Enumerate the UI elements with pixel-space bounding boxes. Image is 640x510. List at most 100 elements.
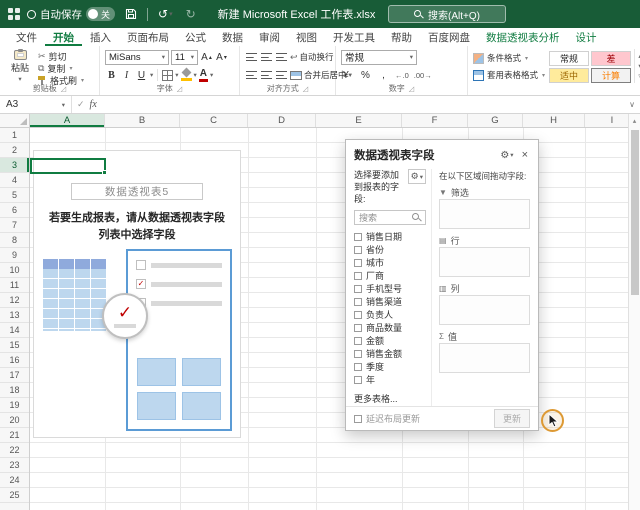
vertical-scrollbar[interactable]: ▴ [628, 114, 640, 510]
row-header[interactable]: 17 [0, 368, 29, 383]
column-header[interactable]: E [316, 114, 402, 127]
cell-style-bad[interactable]: 差 [591, 51, 632, 66]
borders-button[interactable] [162, 69, 174, 81]
field-checkbox-item[interactable]: 负责人 [354, 308, 426, 321]
field-checkbox-item[interactable]: 销售金额 [354, 347, 426, 360]
field-checkbox-item[interactable]: 季度 [354, 360, 426, 373]
paste-button[interactable]: 粘贴 ▾ [5, 49, 35, 83]
top-align-button[interactable] [246, 52, 257, 62]
column-header[interactable]: B [105, 114, 180, 127]
accounting-format-button[interactable]: ¥ ▾ [341, 68, 354, 83]
row-header[interactable]: 14 [0, 323, 29, 338]
row-header[interactable]: 7 [0, 218, 29, 233]
dialog-launcher-icon[interactable]: ◿ [409, 85, 414, 93]
field-checkbox-item[interactable]: 年 [354, 373, 426, 386]
cut-button[interactable]: ✂ 剪切 [38, 51, 84, 63]
dialog-launcher-icon[interactable]: ◿ [303, 85, 308, 93]
column-header[interactable]: F [402, 114, 468, 127]
enter-check-icon[interactable]: ✓ [77, 99, 85, 110]
tab-developer[interactable]: 开发工具 [325, 28, 383, 46]
tab-insert[interactable]: 插入 [82, 28, 119, 46]
more-tables-link[interactable]: 更多表格... [354, 392, 426, 405]
row-header[interactable]: 5 [0, 188, 29, 203]
conditional-formatting-button[interactable]: 条件格式 ▾ [473, 51, 545, 65]
row-header[interactable]: 20 [0, 413, 29, 428]
increase-font-size-button[interactable]: A ▴ [200, 50, 213, 65]
scroll-up-icon[interactable]: ▴ [633, 114, 637, 128]
chevron-down-icon[interactable]: ▾ [210, 71, 213, 79]
wrap-text-button[interactable]: ↩ 自动换行 [290, 51, 334, 63]
field-checkbox-item[interactable]: 销售渠道 [354, 295, 426, 308]
close-icon[interactable]: × [520, 149, 530, 161]
area-dropzone[interactable] [439, 247, 530, 277]
tab-view[interactable]: 视图 [288, 28, 325, 46]
area-dropzone[interactable] [439, 295, 530, 325]
tab-home[interactable]: 开始 [45, 28, 82, 46]
bold-button[interactable]: B [105, 68, 118, 83]
area-dropzone[interactable] [439, 199, 530, 229]
row-header[interactable]: 13 [0, 308, 29, 323]
formula-input[interactable] [103, 96, 624, 113]
expand-formula-bar-icon[interactable]: ∨ [624, 100, 640, 109]
font-name-select[interactable]: MiSans ▾ [105, 49, 169, 65]
excel-app-icon[interactable] [8, 8, 20, 20]
field-checkbox-item[interactable]: 城市 [354, 256, 426, 269]
column-header[interactable]: H [523, 114, 585, 127]
search-box[interactable]: 搜索(Alt+Q) [388, 5, 506, 23]
row-header[interactable]: 21 [0, 428, 29, 443]
tab-baidu-netdisk[interactable]: 百度网盘 [420, 28, 478, 46]
row-header[interactable]: 2 [0, 143, 29, 158]
row-header[interactable]: 6 [0, 203, 29, 218]
chevron-down-icon[interactable]: ▾ [175, 71, 178, 79]
format-as-table-button[interactable]: 套用表格格式 ▾ [473, 68, 545, 82]
number-format-select[interactable]: 常规 ▾ [341, 49, 417, 65]
autosave-toggle[interactable]: 自动保存 关 [27, 7, 116, 22]
field-checkbox-item[interactable]: 手机型号 [354, 282, 426, 295]
row-header[interactable]: 11 [0, 278, 29, 293]
tab-data[interactable]: 数据 [214, 28, 251, 46]
tab-page-layout[interactable]: 页面布局 [119, 28, 177, 46]
fill-handle[interactable] [102, 170, 107, 175]
row-header[interactable]: 3 [0, 158, 29, 173]
row-header[interactable]: 19 [0, 398, 29, 413]
row-header[interactable]: 4 [0, 173, 29, 188]
row-header[interactable]: 18 [0, 383, 29, 398]
column-header[interactable]: A [30, 114, 105, 127]
field-checkbox-item[interactable]: 省份 [354, 243, 426, 256]
row-header[interactable]: 25 [0, 488, 29, 503]
align-left-button[interactable] [246, 70, 257, 80]
column-header[interactable]: G [468, 114, 523, 127]
decrease-decimal-button[interactable]: .00→ [414, 68, 432, 83]
select-all-button[interactable] [0, 114, 30, 127]
bottom-align-button[interactable] [276, 52, 287, 62]
font-color-button[interactable]: A [198, 68, 209, 82]
tab-pivottable-analyze[interactable]: 数据透视表分析 [478, 28, 568, 46]
row-header[interactable]: 8 [0, 233, 29, 248]
tools-button[interactable]: ⚙ ▾ [407, 169, 426, 184]
percent-style-button[interactable]: % [359, 68, 372, 83]
undo-button[interactable]: ↺ ▾ [155, 3, 176, 25]
decrease-font-size-button[interactable]: A ▾ [215, 50, 228, 65]
area-dropzone[interactable] [439, 343, 530, 373]
align-right-button[interactable] [276, 70, 287, 80]
dialog-launcher-icon[interactable]: ◿ [61, 85, 66, 93]
row-header[interactable]: 23 [0, 458, 29, 473]
save-button[interactable] [122, 3, 140, 25]
middle-align-button[interactable] [261, 52, 272, 62]
pivot-placeholder[interactable]: 数据透视表5 若要生成报表，请从数据透视表字段列表中选择字段 ✓ ✓ [33, 150, 241, 438]
selected-cell[interactable] [30, 158, 107, 175]
italic-button[interactable]: I [120, 68, 133, 83]
align-center-button[interactable] [261, 70, 272, 80]
comma-style-button[interactable]: , [377, 68, 390, 83]
autosave-switch[interactable]: 关 [86, 7, 116, 21]
increase-decimal-button[interactable]: ←.0 [395, 68, 409, 83]
field-checkbox-item[interactable]: 销售日期 [354, 230, 426, 243]
dialog-launcher-icon[interactable]: ◿ [177, 85, 182, 93]
copy-button[interactable]: ⧉ 复制 ▾ [38, 63, 84, 75]
panel-options-button[interactable]: ⚙ ▾ [500, 150, 513, 161]
tab-help[interactable]: 帮助 [383, 28, 420, 46]
fill-color-button[interactable] [180, 69, 192, 81]
row-header[interactable]: 12 [0, 293, 29, 308]
row-header[interactable]: 10 [0, 263, 29, 278]
row-header[interactable]: 16 [0, 353, 29, 368]
